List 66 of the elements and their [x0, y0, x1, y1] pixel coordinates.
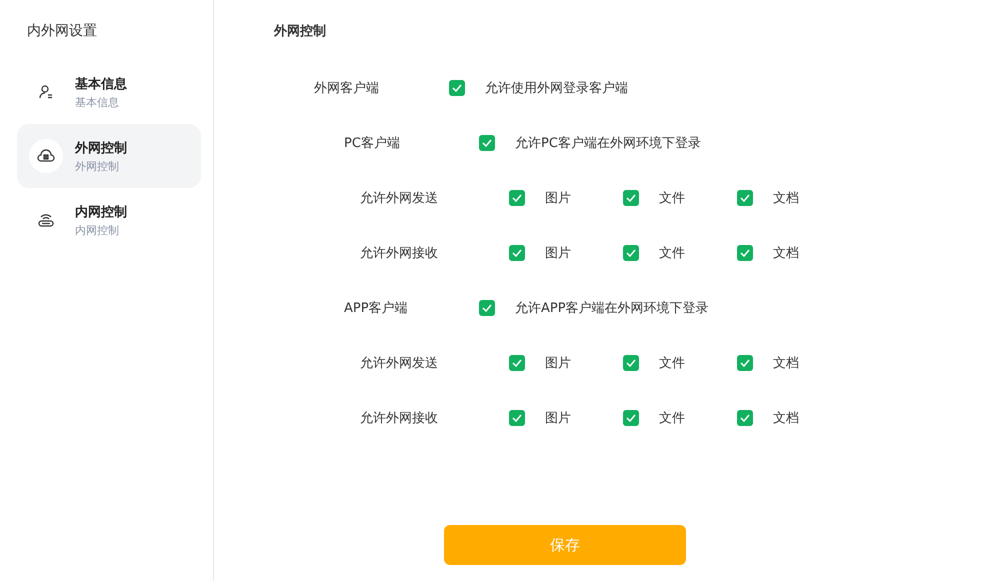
check-icon [740, 414, 750, 422]
checkbox[interactable] [479, 134, 495, 150]
check-icon [512, 414, 522, 422]
section-title: 外网控制 [274, 23, 326, 40]
checkbox-label: 图片 [545, 354, 571, 372]
checkbox-label: 文档 [773, 244, 799, 262]
checkbox-label: 文档 [773, 354, 799, 372]
checkbox-label: 文档 [773, 410, 799, 426]
check-icon [482, 138, 492, 146]
checkbox[interactable] [479, 300, 495, 316]
item-title: 基本信息 [75, 76, 127, 92]
item-subtitle: 基本信息 [75, 94, 120, 110]
checkbox-label: 图片 [545, 410, 571, 426]
sidebar-item[interactable]: 内网控制 内网控制 [17, 188, 201, 252]
sidebar-title: 内外网设置 [27, 22, 97, 40]
checkbox[interactable] [509, 190, 525, 206]
check-icon [626, 248, 636, 256]
checkbox[interactable] [623, 354, 639, 370]
checkbox-label: 图片 [545, 244, 571, 262]
check-icon [452, 84, 462, 92]
setting-label: 外网客户端 [314, 80, 380, 96]
cloud-icon [37, 148, 55, 164]
checkbox[interactable] [737, 244, 753, 260]
setting-label: PC客户端 [344, 134, 401, 152]
checkbox-label: 图片 [545, 190, 571, 206]
check-icon [512, 194, 522, 202]
check-icon [626, 358, 636, 366]
sidebar-item[interactable]: 外网控制 外网控制 [17, 124, 201, 188]
checkbox[interactable] [449, 80, 465, 96]
check-icon [740, 248, 750, 256]
checkbox[interactable] [509, 354, 525, 370]
checkbox-label: 允许使用外网登录客户端 [485, 80, 628, 96]
checkbox[interactable] [509, 244, 525, 260]
checkbox[interactable] [623, 244, 639, 260]
checkbox-label: 文档 [773, 190, 799, 206]
router-icon [37, 212, 55, 228]
setting-label: 允许外网接收 [360, 410, 439, 426]
setting-label: 允许外网接收 [360, 244, 439, 262]
checkbox-label: 文件 [659, 190, 685, 206]
item-title: 内网控制 [75, 204, 127, 220]
checkbox[interactable] [623, 190, 639, 206]
checkbox-label: 文件 [659, 410, 685, 426]
checkbox-label: 允许PC客户端在外网环境下登录 [515, 134, 701, 152]
check-icon [740, 194, 750, 202]
item-title: 外网控制 [75, 140, 127, 156]
checkbox[interactable] [509, 410, 525, 426]
item-subtitle: 内网控制 [75, 222, 120, 238]
setting-label: APP客户端 [344, 300, 409, 316]
check-icon [512, 248, 522, 256]
checkbox-label: 文件 [659, 244, 685, 262]
checkbox[interactable] [737, 354, 753, 370]
sidebar-item[interactable]: 基本信息 基本信息 [17, 60, 201, 124]
check-icon [482, 304, 492, 312]
check-icon [626, 414, 636, 422]
checkbox[interactable] [737, 410, 753, 426]
check-icon [740, 358, 750, 366]
check-icon [512, 358, 522, 366]
user-icon [38, 84, 54, 100]
checkbox[interactable] [737, 190, 753, 206]
setting-label: 允许外网发送 [360, 190, 439, 206]
checkbox[interactable] [623, 410, 639, 426]
check-icon [626, 194, 636, 202]
checkbox-label: 文件 [659, 354, 685, 372]
checkbox-label: 允许APP客户端在外网环境下登录 [515, 300, 709, 316]
item-subtitle: 外网控制 [75, 158, 120, 174]
setting-label: 允许外网发送 [360, 354, 439, 372]
